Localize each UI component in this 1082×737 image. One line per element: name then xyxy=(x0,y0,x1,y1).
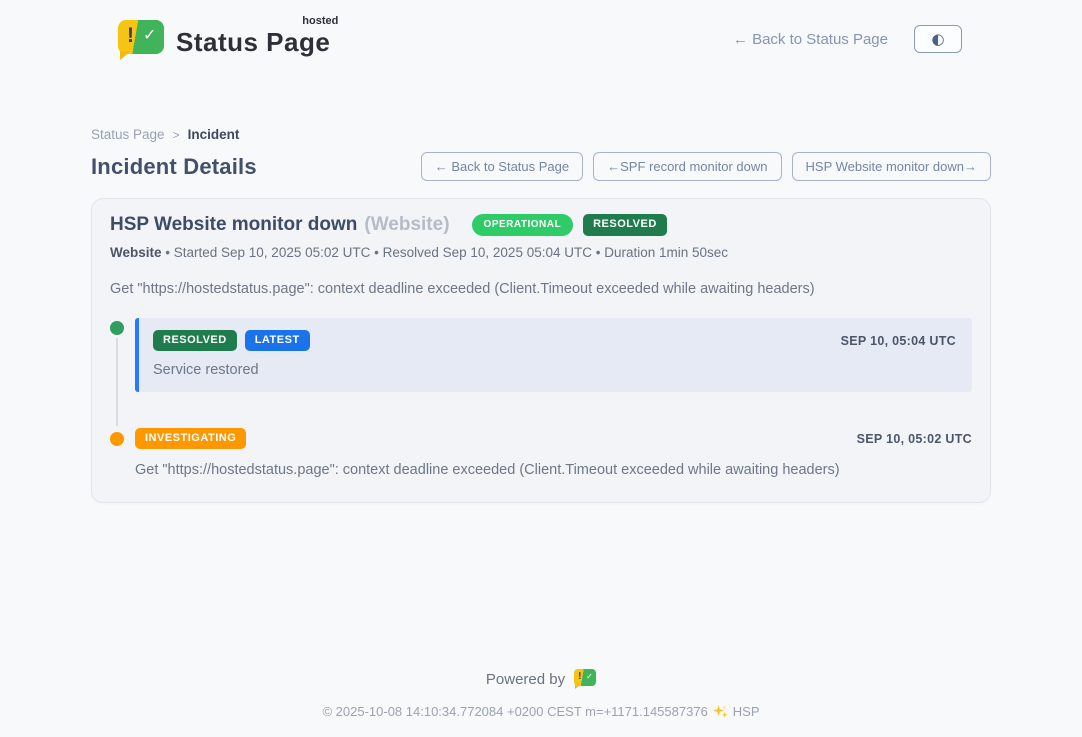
copyright: © 2025-10-08 14:10:34.772084 +0200 CEST … xyxy=(91,704,991,719)
footer-logo-icon[interactable]: ! ✓ xyxy=(574,669,596,689)
timeline-timestamp: SEP 10, 05:02 UTC xyxy=(857,432,972,446)
main-content: Status Page > Incident Incident Details … xyxy=(91,127,991,719)
sparkles-icon xyxy=(713,704,728,719)
logo-brand-text: Status Page xyxy=(176,27,330,57)
check-icon: ✓ xyxy=(586,672,593,681)
incident-timeline: RESOLVED LATEST SEP 10, 05:04 UTC Servic… xyxy=(110,320,972,478)
breadcrumb-separator: > xyxy=(173,128,180,142)
timeline-item-investigating: INVESTIGATING SEP 10, 05:02 UTC Get "htt… xyxy=(110,428,972,478)
timeline-latest-badge: LATEST xyxy=(245,330,310,351)
exclamation-icon: ! xyxy=(127,24,134,48)
check-icon: ✓ xyxy=(143,25,156,45)
footer: Powered by ! ✓ © 2025-10-08 14:10:34.772… xyxy=(91,669,991,719)
incident-card: HSP Website monitor down (Website) OPERA… xyxy=(91,198,991,503)
timeline-resolved-badge: RESOLVED xyxy=(153,330,237,351)
timeline-item-resolved: RESOLVED LATEST SEP 10, 05:04 UTC Servic… xyxy=(110,320,972,392)
logo-bubble-tail xyxy=(575,685,580,689)
copyright-text: © 2025-10-08 14:10:34.772084 +0200 CEST … xyxy=(322,704,707,719)
prev-incident-button[interactable]: ←SPF record monitor down xyxy=(593,152,781,181)
logo-bubble-shape xyxy=(118,20,164,54)
back-to-status-page-button[interactable]: ← Back to Status Page xyxy=(421,152,583,181)
logo-hosted-badge: hosted xyxy=(302,15,338,27)
incident-meta-details: • Started Sep 10, 2025 05:02 UTC • Resol… xyxy=(162,245,729,260)
half-circle-icon: ◐ xyxy=(931,32,944,47)
incident-meta: Website • Started Sep 10, 2025 05:02 UTC… xyxy=(110,245,972,260)
powered-by: Powered by ! ✓ xyxy=(91,669,991,689)
incident-service-name: Website xyxy=(110,245,162,260)
timeline-timestamp: SEP 10, 05:04 UTC xyxy=(841,334,956,348)
logo[interactable]: ! ✓ hosted Status Page xyxy=(118,18,330,60)
timeline-message: Get "https://hostedstatus.page": context… xyxy=(135,462,972,478)
timeline-dot-green xyxy=(110,321,124,335)
operational-status-badge: OPERATIONAL xyxy=(472,214,574,236)
logo-bubble-tail xyxy=(120,51,131,60)
exclamation-icon: ! xyxy=(578,671,581,682)
incident-nav-buttons: ← Back to Status Page ←SPF record monito… xyxy=(421,152,991,181)
breadcrumb: Status Page > Incident xyxy=(91,127,991,142)
timeline-highlight-box: RESOLVED LATEST SEP 10, 05:04 UTC Servic… xyxy=(135,318,972,392)
breadcrumb-incident: Incident xyxy=(188,127,240,142)
timeline-dot-orange xyxy=(110,432,124,446)
header: ! ✓ hosted Status Page ← Back to Status … xyxy=(0,0,1082,64)
theme-toggle-button[interactable]: ◐ xyxy=(914,25,962,53)
timeline-message: Service restored xyxy=(153,362,956,378)
incident-card-header: HSP Website monitor down (Website) OPERA… xyxy=(110,214,972,236)
copyright-brand: HSP xyxy=(733,704,760,719)
status-page-logo-icon: ! ✓ xyxy=(118,18,164,60)
timeline-investigating-badge: INVESTIGATING xyxy=(135,428,246,449)
title-row: Incident Details ← Back to Status Page ←… xyxy=(91,152,991,181)
page-title: Incident Details xyxy=(91,154,257,180)
header-back-to-status-page-link[interactable]: ← Back to Status Page xyxy=(733,31,888,48)
resolved-state-badge: RESOLVED xyxy=(583,214,667,235)
incident-component: (Website) xyxy=(364,214,449,236)
timeline-plain-entry: INVESTIGATING SEP 10, 05:02 UTC Get "htt… xyxy=(135,428,972,478)
powered-by-label: Powered by xyxy=(486,671,565,688)
incident-description: Get "https://hostedstatus.page": context… xyxy=(110,281,972,297)
next-incident-button[interactable]: HSP Website monitor down→ xyxy=(792,152,991,181)
breadcrumb-status-page[interactable]: Status Page xyxy=(91,127,165,142)
incident-title: HSP Website monitor down xyxy=(110,214,357,236)
